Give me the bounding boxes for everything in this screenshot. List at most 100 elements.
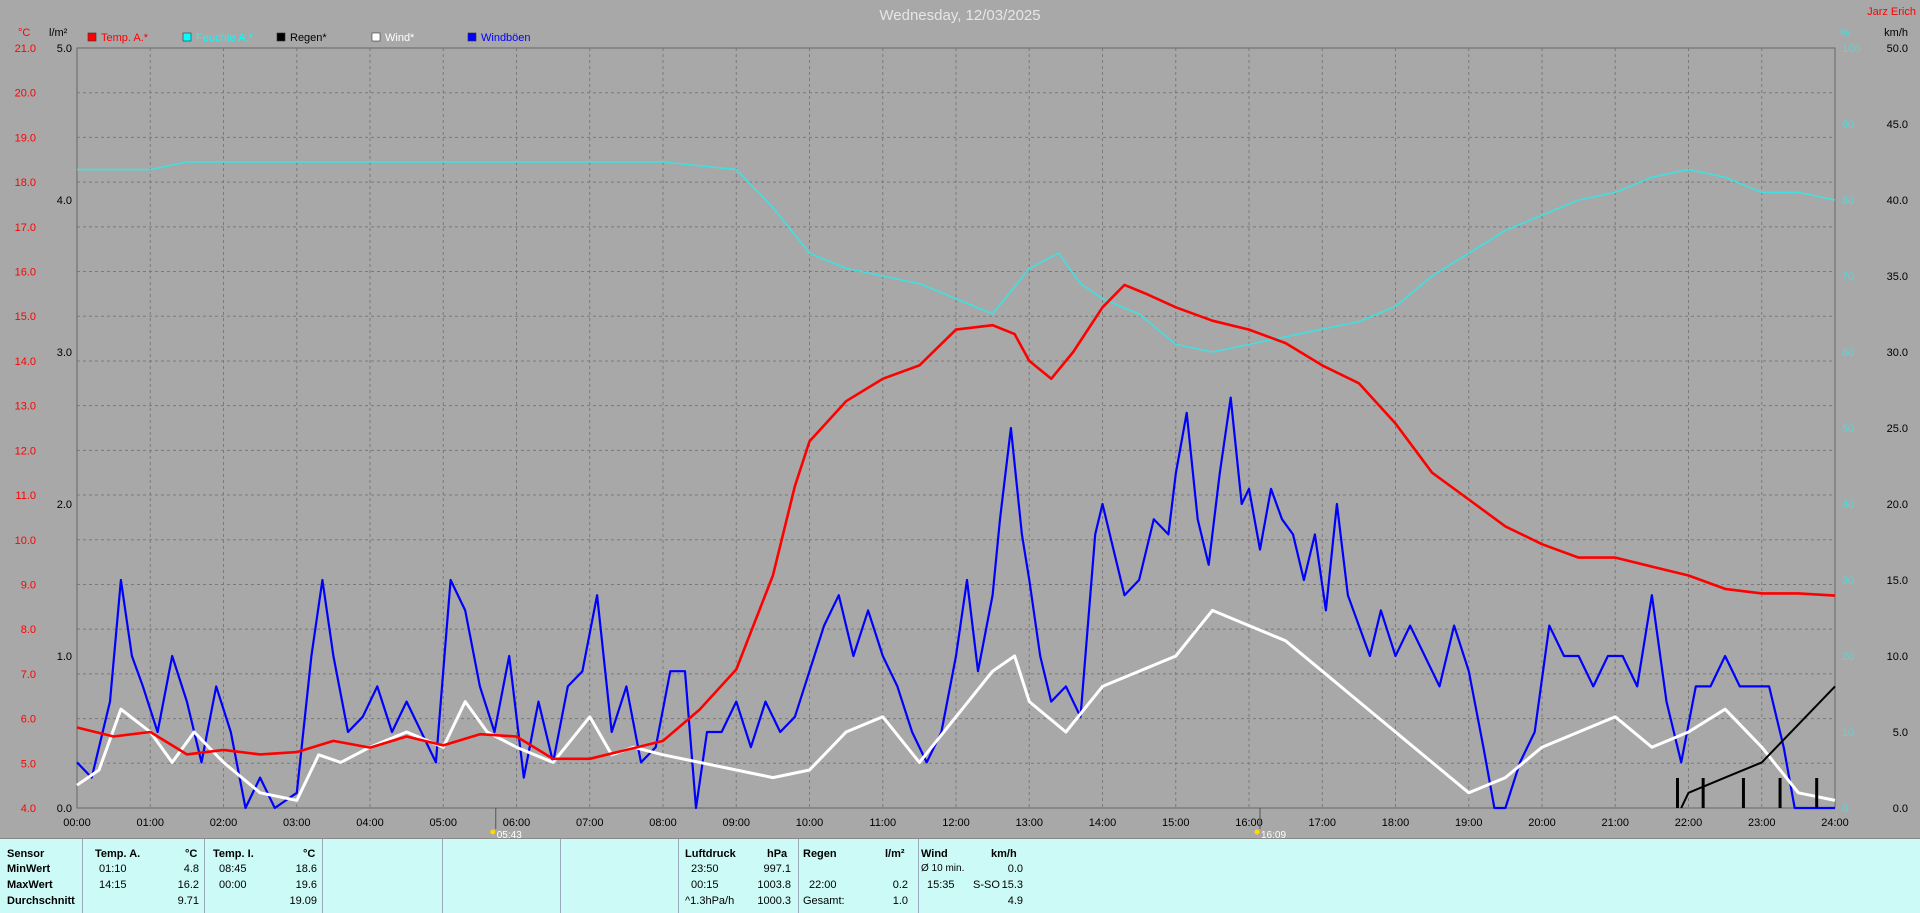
legend-swatch (87, 32, 97, 42)
legend-label: Windböen (481, 32, 531, 44)
rain-header: Regen (803, 848, 837, 860)
temp-i-header: Temp. I. (213, 848, 254, 860)
temp-a-avg-value: 9.71 (177, 895, 199, 907)
rain-tick-label: 3.0 (57, 347, 72, 359)
temp-i-max-value: 19.6 (295, 879, 317, 891)
wind-tick-label: 20.0 (1887, 499, 1908, 511)
time-tick-label: 21:00 (1601, 817, 1629, 829)
temp-a-max-time: 14:15 (99, 879, 127, 891)
temp-tick-label: 19.0 (15, 132, 36, 144)
rain-max-time: 22:00 (809, 879, 837, 891)
wind-avg-label: Ø 10 min. (921, 863, 965, 874)
wind-tick-label: 30.0 (1887, 347, 1908, 359)
wind-tick-label: 40.0 (1887, 195, 1908, 207)
temp-tick-label: 18.0 (15, 177, 36, 189)
temp-tick-label: 5.0 (21, 758, 36, 770)
hum-tick-label: 90 (1842, 119, 1854, 131)
rain-tick-label: 0.0 (57, 803, 72, 815)
pressure-max-time: 00:15 (691, 879, 719, 891)
time-tick-label: 12:00 (942, 817, 970, 829)
temp-a-column: Temp. A. °C 01:10 14:15 4.8 16.2 9.71 (82, 839, 205, 913)
temp-a-min-time: 01:10 (99, 863, 127, 875)
temp-tick-label: 15.0 (15, 311, 36, 323)
time-tick-label: 03:00 (283, 817, 311, 829)
time-tick-label: 04:00 (356, 817, 384, 829)
legend-swatch (371, 32, 381, 42)
legend-label: Feuchte A.* (196, 32, 254, 44)
time-tick-label: 18:00 (1382, 817, 1410, 829)
legend-swatch (182, 32, 192, 42)
temp-tick-label: 8.0 (21, 624, 36, 636)
sunset-label: 16:09 (1261, 830, 1286, 838)
time-tick-label: 23:00 (1748, 817, 1776, 829)
pressure-min-value: 997.1 (763, 863, 791, 875)
temp-tick-label: 13.0 (15, 401, 36, 413)
time-tick-label: 09:00 (722, 817, 750, 829)
wind-max-value: 15.3 (1001, 879, 1023, 891)
temp-i-max-time: 00:00 (219, 879, 247, 891)
temp-tick-label: 20.0 (15, 88, 36, 100)
wind-max-direction: S-SO (973, 879, 1000, 891)
temp-i-avg-value: 19.09 (289, 895, 317, 907)
time-tick-label: 20:00 (1528, 817, 1556, 829)
time-tick-label: 16:00 (1235, 817, 1263, 829)
avg-row-label: Durchschnitt (7, 895, 75, 907)
time-tick-label: 08:00 (649, 817, 677, 829)
hum-tick-label: 100 (1842, 43, 1860, 55)
wind-min-value: 0.0 (1007, 863, 1023, 875)
temp-a-min-value: 4.8 (183, 863, 199, 875)
hum-tick-label: 10 (1842, 727, 1854, 739)
sensor-header: Sensor (7, 848, 45, 860)
rain-tick-label: 5.0 (57, 43, 72, 55)
legend-label: Temp. A.* (101, 32, 149, 44)
legend-label: Wind* (385, 32, 415, 44)
empty-column-2 (442, 839, 561, 913)
time-tick-label: 11:00 (869, 817, 896, 829)
time-tick-label: 10:00 (796, 817, 824, 829)
wind-tick-label: 50.0 (1887, 43, 1908, 55)
hum-tick-label: 70 (1842, 271, 1854, 283)
rain-unit-label: l/m² (49, 27, 68, 39)
time-tick-label: 24:00 (1821, 817, 1849, 829)
temp-tick-label: 9.0 (21, 579, 36, 591)
empty-column-1 (322, 839, 443, 913)
rain-max-value: 0.2 (892, 879, 908, 891)
temp-a-max-value: 16.2 (177, 879, 199, 891)
pressure-unit: hPa (767, 848, 788, 860)
pressure-column: Luftdruck hPa 23:50 00:15 ^1.3hPa/h 997.… (678, 839, 799, 913)
temp-tick-label: 7.0 (21, 669, 36, 681)
time-tick-label: 13:00 (1015, 817, 1043, 829)
wind-tick-label: 10.0 (1887, 651, 1908, 663)
pressure-max-value: 1003.8 (757, 879, 791, 891)
pressure-min-time: 23:50 (691, 863, 719, 875)
time-tick-label: 01:00 (136, 817, 164, 829)
wind-column: Wind km/h Ø 10 min. 15:35 S-SO 0.0 15.3 … (918, 839, 1025, 913)
rain-total-value: 1.0 (892, 895, 908, 907)
empty-column-3 (560, 839, 679, 913)
wind-max-time: 15:35 (927, 879, 955, 891)
pressure-header: Luftdruck (685, 848, 736, 860)
temp-tick-label: 12.0 (15, 445, 36, 457)
hum-tick-label: 30 (1842, 575, 1854, 587)
chart-title: Wednesday, 12/03/2025 (879, 7, 1040, 24)
time-tick-label: 17:00 (1308, 817, 1336, 829)
rain-total-label: Gesamt: (803, 895, 845, 907)
pressure-trend: ^1.3hPa/h (685, 895, 735, 907)
time-tick-label: 19:00 (1455, 817, 1483, 829)
wind-avg-value: 4.9 (1007, 895, 1023, 907)
hum-tick-label: 40 (1842, 499, 1854, 511)
temp-tick-label: 10.0 (15, 535, 36, 547)
sensor-column: Sensor MinWert MaxWert Durchschnitt (0, 839, 82, 913)
sun-icon (490, 829, 496, 835)
hum-unit-label: % (1840, 27, 1850, 39)
hum-tick-label: 60 (1842, 347, 1854, 359)
rain-column: Regen l/m² 22:00 Gesamt: 0.2 1.0 (798, 839, 919, 913)
legend-swatch (276, 32, 286, 42)
temp-tick-label: 17.0 (15, 222, 36, 234)
time-tick-label: 02:00 (210, 817, 238, 829)
temp-tick-label: 4.0 (21, 803, 36, 815)
hum-tick-label: 50 (1842, 423, 1854, 435)
wind-tick-label: 5.0 (1893, 727, 1908, 739)
time-tick-label: 14:00 (1089, 817, 1117, 829)
temp-i-min-time: 08:45 (219, 863, 247, 875)
